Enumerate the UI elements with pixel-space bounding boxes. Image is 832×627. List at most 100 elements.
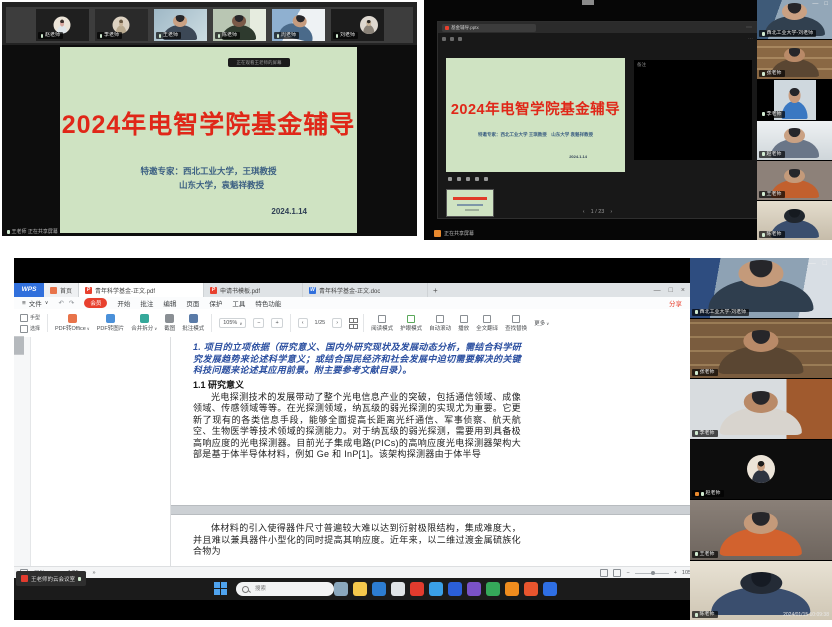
participant-video[interactable]: 周老师: [272, 9, 325, 41]
more-button[interactable]: 更多 ∨: [534, 319, 549, 327]
app-icon-design[interactable]: [467, 582, 481, 596]
app-icon-explorer[interactable]: [353, 582, 367, 596]
participant-video[interactable]: 赵老师: [36, 9, 89, 41]
app-icon-browser[interactable]: [372, 582, 386, 596]
pdf-page-area[interactable]: 1. 项目的立项依据（研究意义、国内外研究现状及发展动态分析，需结合科学研究发展…: [171, 337, 690, 566]
shape-icon[interactable]: [475, 177, 479, 181]
participant-video[interactable]: 赵老师: [757, 121, 832, 160]
search-box[interactable]: [236, 582, 334, 596]
tab-document-pdf-2[interactable]: P 申请书模板.pdf: [204, 283, 303, 297]
participant-video[interactable]: 西北工业大学-刘老师 — □: [690, 258, 832, 318]
attachment-icon[interactable]: [22, 336, 24, 355]
app-icon-cloud[interactable]: [543, 582, 557, 596]
participant-video[interactable]: 陈老师 2024/01/15 10:09:38: [690, 561, 832, 621]
read-mode-button[interactable]: 阅读模式: [371, 315, 393, 332]
participant-video[interactable]: 张老师: [690, 319, 832, 379]
participant-video[interactable]: 张老师: [757, 40, 832, 79]
participant-video[interactable]: 李老师: [757, 80, 832, 119]
share-button[interactable]: 分享: [669, 298, 682, 308]
participant-video[interactable]: 王老师: [757, 161, 832, 200]
participant-video[interactable]: 刘老师: [331, 9, 384, 41]
ellipsis-icon[interactable]: ⋯: [746, 24, 752, 31]
menu-protect[interactable]: 保护: [209, 298, 222, 308]
laser-icon[interactable]: [466, 177, 470, 181]
tab-document-pdf[interactable]: P 青年科学基金-正文.pdf: [79, 283, 204, 297]
eraser-icon[interactable]: [457, 177, 461, 181]
participant-video[interactable]: 陈老师: [757, 201, 832, 240]
pdf-to-office-button[interactable]: PDF转Office ∨: [55, 314, 90, 332]
app-icon-office[interactable]: [505, 582, 519, 596]
zoom-slider[interactable]: [635, 573, 669, 574]
participant-video[interactable]: 王老师: [690, 500, 832, 560]
page-layout-icon[interactable]: [349, 318, 356, 329]
double-page-view-icon[interactable]: [613, 569, 621, 577]
new-tab-button[interactable]: +: [428, 286, 443, 295]
app-icon-meeting[interactable]: [524, 582, 538, 596]
participant-video[interactable]: 王老师: [154, 9, 207, 41]
mic-icon: [100, 34, 103, 38]
last-page-button[interactable]: »: [92, 570, 95, 576]
app-icon-wechat[interactable]: [486, 582, 500, 596]
zoom-in-button[interactable]: +: [674, 570, 677, 576]
tool-icon[interactable]: [450, 37, 454, 41]
pdf-to-image-button[interactable]: PDF转图片: [97, 314, 125, 332]
menu-tools[interactable]: 工具: [232, 298, 245, 308]
merge-split-button[interactable]: 合并拆分 ∨: [131, 314, 157, 332]
participant-video[interactable]: 赵老师: [690, 440, 832, 500]
play-button[interactable]: 播放: [458, 315, 469, 332]
next-slide-button[interactable]: ›: [610, 209, 612, 215]
menu-features[interactable]: 特色功能: [255, 298, 281, 308]
document-tab[interactable]: 基金辅导.pptx: [442, 24, 536, 32]
hand-tool[interactable]: 手型: [20, 314, 40, 322]
pen-icon[interactable]: [448, 177, 452, 181]
app-icon-notes[interactable]: [391, 582, 405, 596]
meeting-floating-pill[interactable]: 王老师的云会议室: [16, 571, 86, 586]
wps-logo-button[interactable]: WPS: [14, 283, 44, 297]
tab-home[interactable]: 首页: [44, 283, 79, 297]
zoom-out-button[interactable]: −: [626, 570, 629, 576]
menu-page[interactable]: 页面: [186, 298, 199, 308]
select-tool[interactable]: 选择: [20, 325, 40, 333]
next-page-button[interactable]: ›: [332, 318, 342, 328]
app-icon-chat[interactable]: [334, 582, 348, 596]
share-banner[interactable]: 正在观看王老师的屏幕: [228, 58, 290, 67]
menu-annotate[interactable]: 批注: [140, 298, 153, 308]
redo-icon[interactable]: ↷: [69, 299, 74, 307]
single-page-view-icon[interactable]: [600, 569, 608, 577]
auto-scroll-button[interactable]: 自动滚动: [429, 315, 451, 332]
zoom-out-button[interactable]: −: [253, 318, 264, 328]
tab-document-doc[interactable]: W 青年科学基金-正文.doc: [303, 283, 428, 297]
window-controls[interactable]: — □ ×: [654, 287, 685, 294]
app-icon-docs[interactable]: [448, 582, 462, 596]
participant-video[interactable]: 李老师: [690, 379, 832, 439]
zoom-in-button[interactable]: +: [271, 318, 282, 328]
ellipsis-icon[interactable]: ⋯: [748, 36, 753, 42]
prev-page-button[interactable]: ‹: [298, 318, 308, 328]
screenshot-button[interactable]: 截图: [164, 314, 175, 332]
window-controls[interactable]: — □: [809, 260, 827, 267]
app-icon-music[interactable]: [410, 582, 424, 596]
wps-nav-pane[interactable]: [31, 337, 171, 566]
file-menu[interactable]: ≡ 文件 ∨: [22, 298, 48, 308]
participant-video[interactable]: 李老师: [95, 9, 148, 41]
page-indicator[interactable]: 1/25: [315, 320, 326, 326]
undo-icon[interactable]: ↶: [58, 299, 63, 307]
menu-start[interactable]: 开始: [117, 298, 130, 308]
start-button[interactable]: [214, 582, 227, 595]
search-input[interactable]: [253, 585, 317, 593]
window-controls[interactable]: — □: [812, 1, 828, 7]
find-replace-button[interactable]: 查找替换: [505, 315, 527, 332]
mic-toggle-icon[interactable]: [484, 177, 488, 181]
prev-slide-button[interactable]: ‹: [583, 209, 585, 215]
participant-video[interactable]: 陈老师: [213, 9, 266, 41]
zoom-select[interactable]: 105% ∨: [219, 318, 246, 328]
tool-icon[interactable]: [442, 37, 446, 41]
tool-icon[interactable]: [458, 37, 462, 41]
vip-badge[interactable]: 会员: [84, 298, 107, 308]
menu-edit[interactable]: 编辑: [163, 298, 176, 308]
app-icon-mail[interactable]: [429, 582, 443, 596]
translate-button[interactable]: 全文翻译: [476, 315, 498, 332]
participant-video[interactable]: 西北工业大学-刘老师 — □: [757, 0, 832, 39]
annotate-mode-button[interactable]: 批注模式: [182, 314, 204, 332]
eye-care-button[interactable]: 护眼模式: [400, 315, 422, 332]
